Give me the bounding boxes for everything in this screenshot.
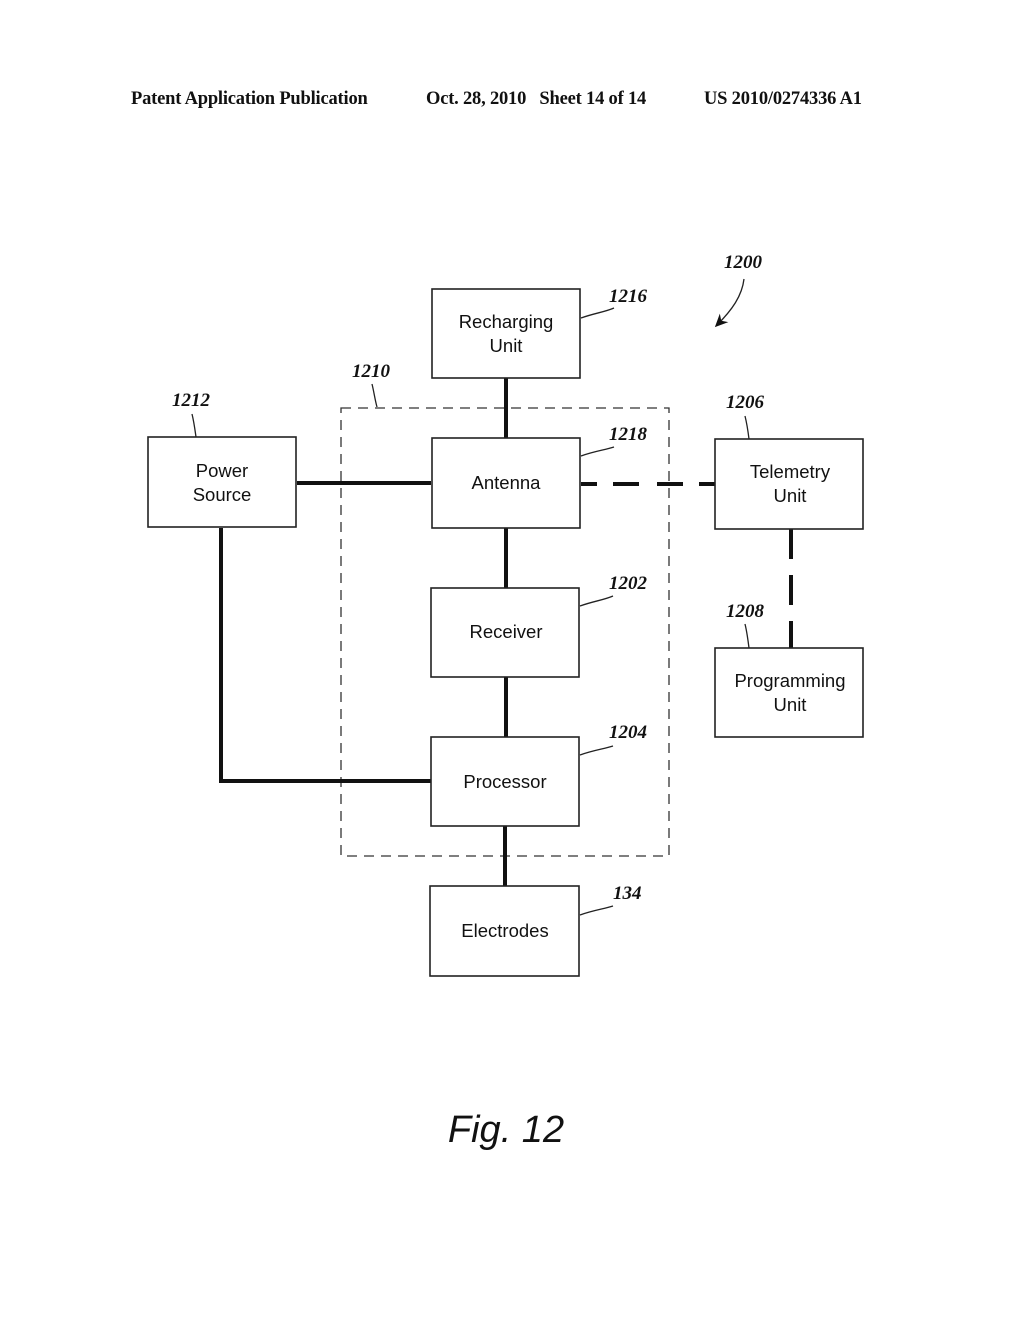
- block-label: Power: [196, 460, 248, 481]
- block-power-source: Power Source: [147, 436, 297, 528]
- system-pointer-arrow: [714, 278, 745, 328]
- block-receiver: Receiver: [430, 587, 580, 678]
- block-label: Recharging: [459, 311, 554, 332]
- block-telemetry-unit: Telemetry Unit: [714, 438, 864, 530]
- leader-line: [744, 415, 750, 440]
- leader-line: [191, 413, 197, 438]
- ref-numeral-telemetry-unit: 1206: [726, 392, 765, 413]
- ref-numeral-system: 1200: [724, 252, 763, 273]
- figure-caption: Fig. 12: [448, 1109, 564, 1151]
- block-label: Receiver: [470, 621, 543, 642]
- leader-line: [579, 905, 614, 916]
- ref-numeral-processor: 1204: [609, 722, 647, 743]
- block-label: Unit: [774, 694, 807, 715]
- leader-line: [579, 595, 614, 607]
- block-label: Source: [193, 484, 252, 505]
- ref-numeral-antenna: 1218: [609, 424, 648, 445]
- block-recharging-unit: Recharging Unit: [431, 288, 581, 379]
- block-programming-unit: Programming Unit: [714, 647, 864, 738]
- block-electrodes: Electrodes: [429, 885, 580, 977]
- leader-line: [579, 745, 614, 756]
- block-label: Unit: [774, 485, 807, 506]
- block-label: Processor: [463, 771, 546, 792]
- block-label: Antenna: [472, 472, 542, 493]
- leader-line: [744, 623, 750, 649]
- block-label: Unit: [490, 335, 523, 356]
- ref-numeral-programming-unit: 1208: [726, 601, 765, 622]
- leader-line: [580, 446, 615, 457]
- block-antenna: Antenna: [431, 437, 581, 529]
- ref-numeral-electrodes: 134: [613, 883, 642, 904]
- ref-numeral-group: 1210: [352, 361, 391, 382]
- block-diagram: Recharging Unit Power Source Antenna Tel…: [147, 252, 864, 1151]
- connector-power-processor: [219, 528, 431, 783]
- leader-line: [371, 383, 378, 408]
- ref-numeral-receiver: 1202: [609, 573, 648, 594]
- block-label: Electrodes: [461, 920, 548, 941]
- ref-numeral-power-source: 1212: [172, 390, 211, 411]
- leader-line: [580, 307, 615, 319]
- ref-numeral-recharging-unit: 1216: [609, 286, 648, 307]
- block-label: Telemetry: [750, 461, 831, 482]
- block-processor: Processor: [430, 736, 580, 827]
- block-label: Programming: [734, 670, 845, 691]
